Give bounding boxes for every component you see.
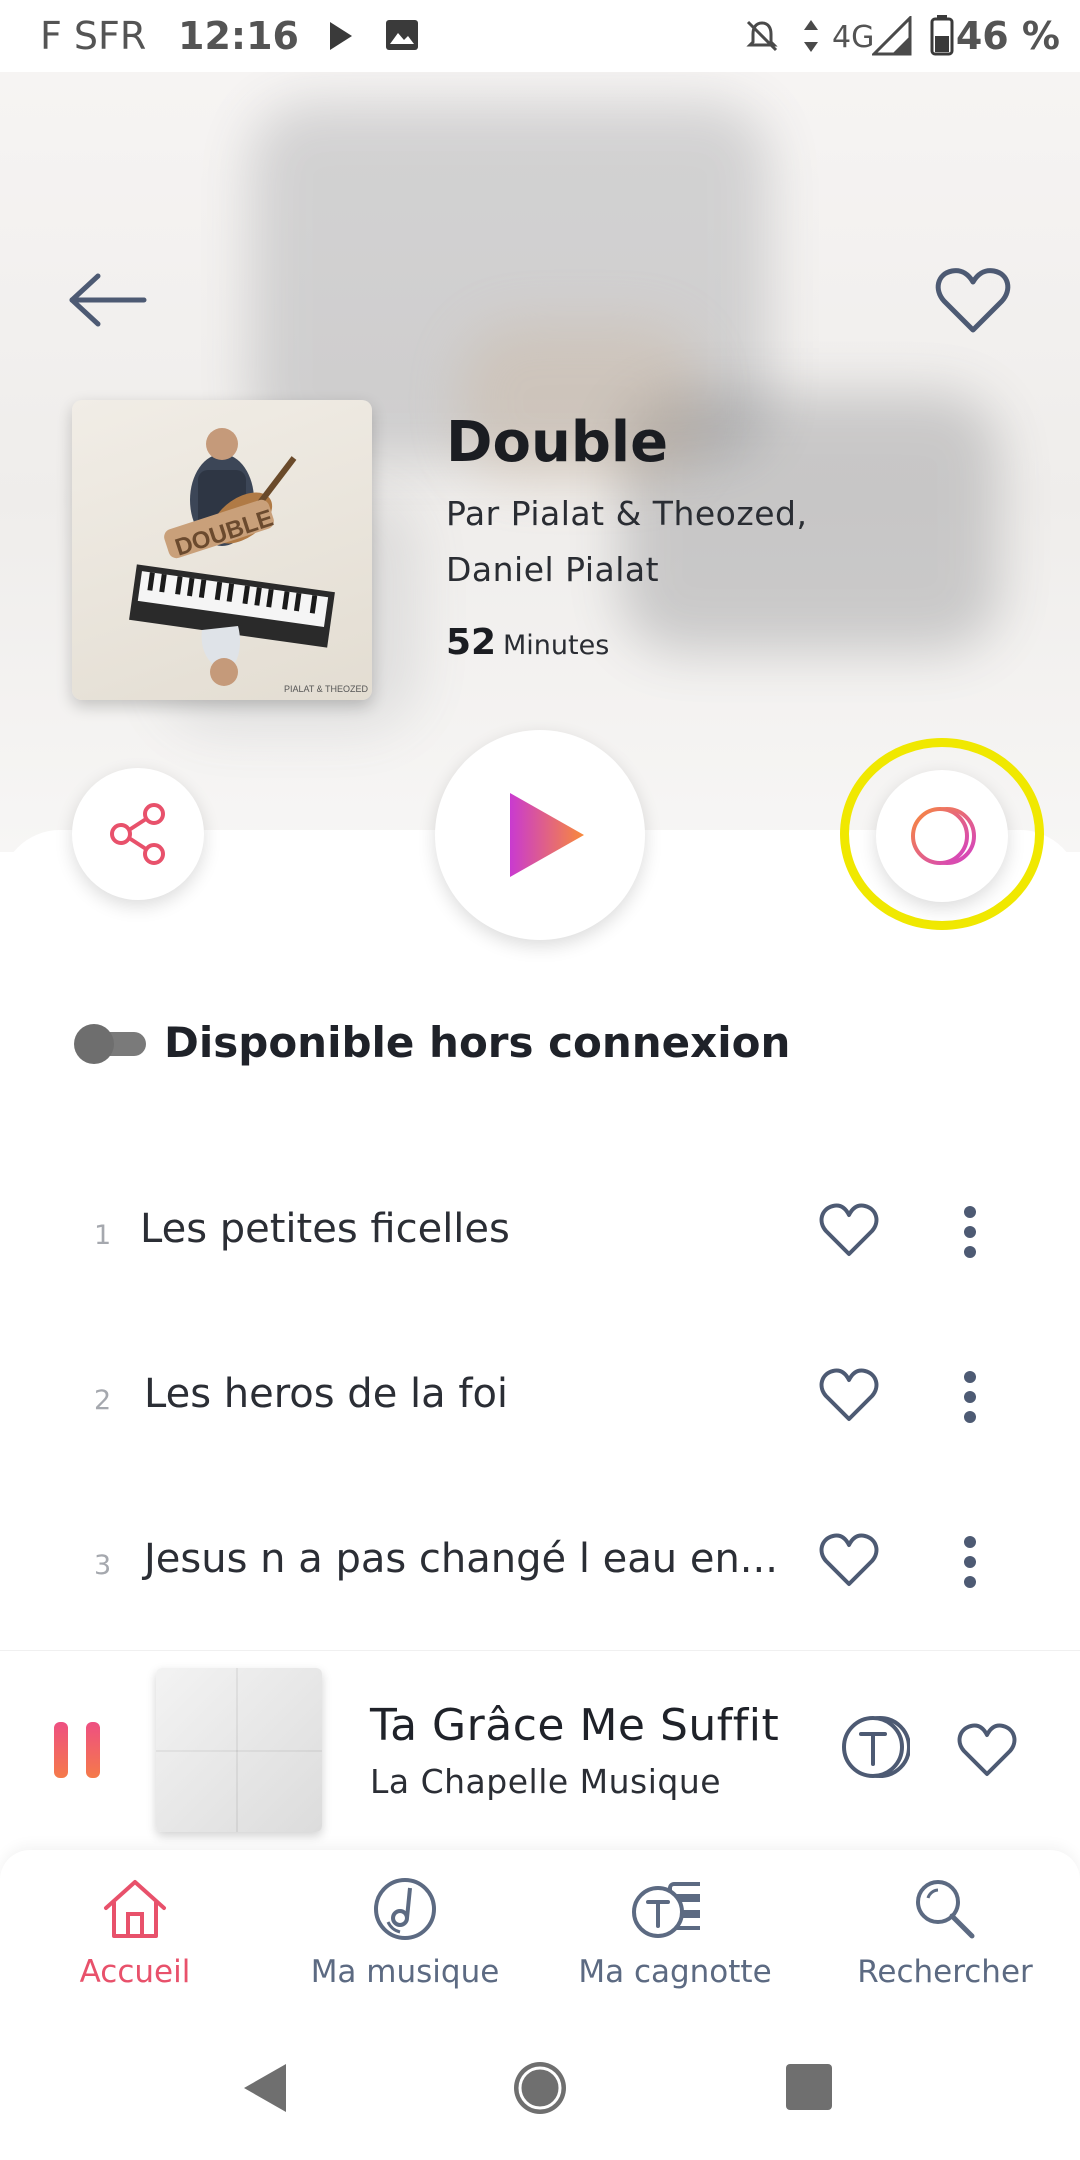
track-row[interactable]: 1 Les petites ficelles — [0, 1174, 1080, 1294]
track-row[interactable]: 3 Jesus n a pas changé l eau en... — [0, 1504, 1080, 1624]
mute-icon — [746, 20, 778, 52]
nav-label: Ma musique — [310, 1954, 500, 1990]
coins-icon — [632, 1882, 700, 1938]
favorite-album-heart-icon[interactable] — [934, 266, 1012, 336]
system-navigation-bar — [0, 2020, 1080, 2160]
track-title[interactable]: Les heros de la foi — [144, 1371, 508, 1417]
album-title: Double — [446, 410, 669, 475]
network-type: 4G — [832, 20, 875, 55]
system-recents-icon[interactable] — [784, 2062, 834, 2112]
donate-tip-button[interactable] — [876, 770, 1008, 902]
nav-item-rechercher[interactable]: Rechercher — [810, 1850, 1080, 2020]
nav-item-ma-musique[interactable]: Ma musique — [270, 1850, 540, 2020]
share-button[interactable] — [72, 768, 204, 900]
album-cover: DOUBLE PIALAT & THEOZED — [72, 400, 372, 700]
track-favorite-heart-icon[interactable] — [818, 1532, 880, 1588]
music-disc-icon — [374, 1878, 436, 1940]
system-home-icon[interactable] — [510, 2058, 570, 2118]
nav-label: Accueil — [79, 1954, 191, 1990]
search-icon — [916, 1880, 975, 1939]
album-duration-value: 52 — [446, 622, 497, 663]
now-playing-tip-coin-icon[interactable] — [840, 1712, 910, 1782]
pause-icon — [54, 1722, 100, 1778]
data-arrows-icon — [804, 20, 818, 52]
play-icon — [510, 793, 584, 877]
clock: 12:16 — [178, 14, 299, 58]
now-playing-title: Ta Grâce Me Suffit — [370, 1700, 780, 1751]
track-number: 1 — [94, 1220, 112, 1251]
signal-icon — [872, 16, 912, 56]
album-artist-line-1: Par Pialat & Theozed, — [446, 494, 808, 533]
system-back-icon[interactable] — [240, 2060, 290, 2116]
nav-label: Ma cagnotte — [578, 1954, 772, 1990]
play-notification-icon — [330, 22, 352, 50]
track-more-options-icon[interactable] — [952, 1532, 988, 1592]
battery-icon — [930, 15, 954, 56]
image-notification-icon — [386, 20, 418, 50]
track-title[interactable]: Jesus n a pas changé l eau en... — [144, 1536, 778, 1582]
track-row[interactable]: 2 Les heros de la foi — [0, 1339, 1080, 1459]
nav-item-accueil[interactable]: Accueil — [0, 1850, 270, 2020]
carrier-name: F SFR — [40, 14, 147, 58]
share-icon — [110, 803, 165, 865]
track-number: 2 — [94, 1385, 112, 1416]
play-album-button[interactable] — [435, 730, 645, 940]
cover-credit: PIALAT & THEOZED — [284, 684, 369, 694]
nav-label: Rechercher — [857, 1954, 1033, 1990]
now-playing-favorite-heart-icon[interactable] — [956, 1722, 1018, 1778]
track-favorite-heart-icon[interactable] — [818, 1367, 880, 1423]
token-coin-icon — [911, 807, 976, 865]
offline-toggle[interactable] — [74, 1024, 148, 1064]
home-icon — [104, 1880, 166, 1938]
bottom-navigation: Accueil Ma musique Ma cagnotte Recherche… — [0, 1850, 1080, 2020]
back-arrow-icon[interactable] — [66, 270, 150, 330]
status-bar: F SFR 12:16 4G 46 % — [0, 0, 1080, 72]
track-more-options-icon[interactable] — [952, 1202, 988, 1262]
battery-percent: 46 % — [955, 14, 1060, 58]
track-title[interactable]: Les petites ficelles — [140, 1206, 510, 1252]
offline-label: Disponible hors connexion — [164, 1018, 791, 1067]
now-playing-artist: La Chapelle Musique — [370, 1762, 722, 1801]
track-more-options-icon[interactable] — [952, 1367, 988, 1427]
track-favorite-heart-icon[interactable] — [818, 1202, 880, 1258]
nav-item-ma-cagnotte[interactable]: Ma cagnotte — [540, 1850, 810, 2020]
now-playing-cover — [156, 1668, 322, 1832]
pause-button[interactable] — [52, 1720, 104, 1780]
track-number: 3 — [94, 1550, 112, 1581]
album-artist-line-2: Daniel Pialat — [446, 550, 660, 589]
album-duration-unit: Minutes — [503, 630, 610, 661]
